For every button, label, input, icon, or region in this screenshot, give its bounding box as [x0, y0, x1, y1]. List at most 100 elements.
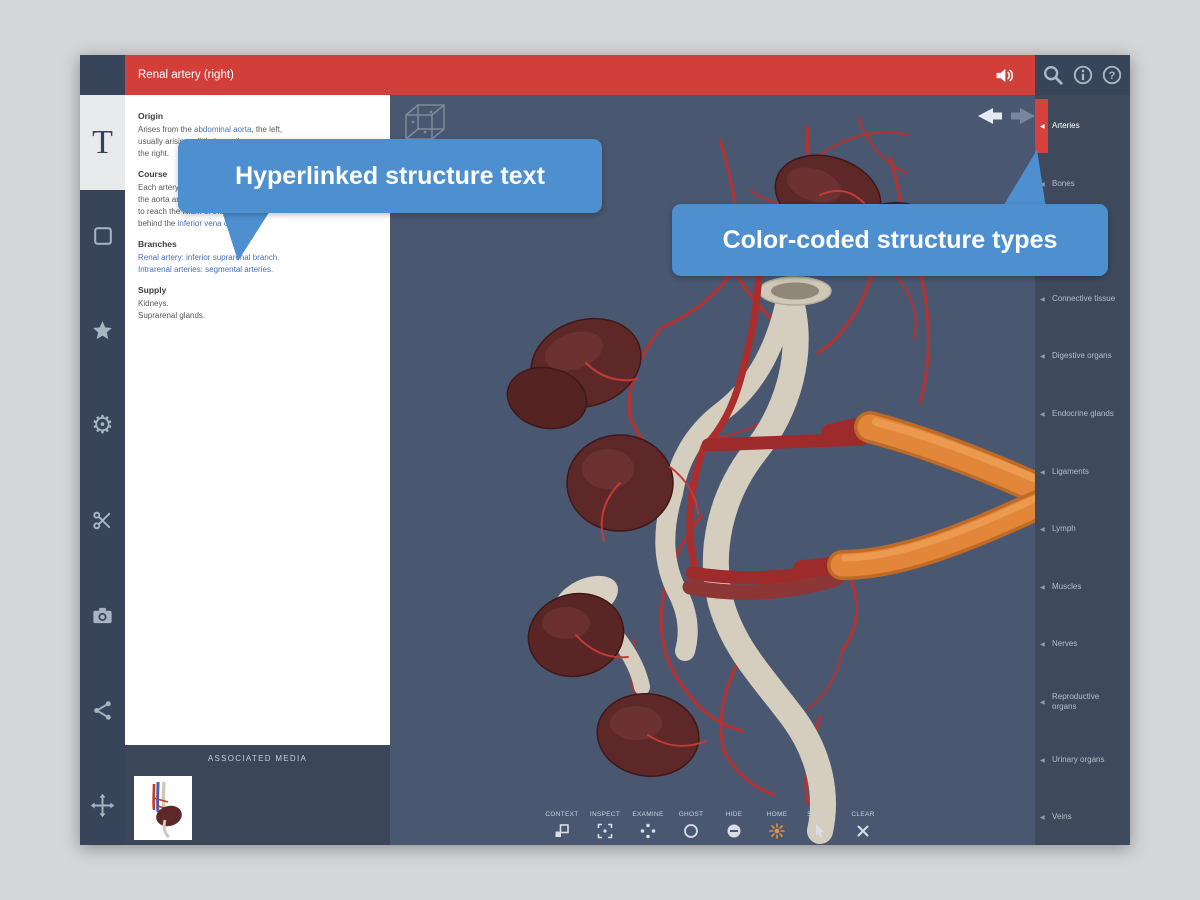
text-segment: . [240, 219, 243, 228]
search-button[interactable] [1042, 64, 1064, 86]
chevron-left-icon: ◀ [1040, 411, 1045, 418]
viewport-toolbar: CONTEXT INSPECT EXAMINE GHOST HIDE HOME SINGLE… [541, 811, 885, 840]
associated-media-thumbnail[interactable] [134, 776, 192, 840]
text-segment: Suprarenal glands. [138, 311, 206, 320]
structure-type-endocrine-glands[interactable]: ◀ Endocrine glands [1035, 386, 1130, 442]
chevron-left-icon: ◀ [1040, 123, 1045, 130]
toolbar-button-single[interactable]: SINGLE [799, 811, 842, 840]
forward-arrow-icon[interactable] [1011, 108, 1035, 124]
structure-type-label: Bones [1052, 178, 1075, 188]
structure-hyperlink[interactable]: Renal artery: inferior suprarenal branch… [138, 253, 279, 262]
structure-type-nerves[interactable]: ◀ Nerves [1035, 616, 1130, 672]
structure-type-label: Nerves [1052, 638, 1078, 648]
toolbar-button-context[interactable]: CONTEXT [541, 811, 584, 840]
sidebar-tool-settings[interactable]: ⚙ [80, 403, 125, 448]
text-segment: Kidneys. [138, 299, 169, 308]
global-actions: ? [1035, 55, 1130, 95]
camera-icon [93, 607, 112, 624]
structure-type-arteries[interactable]: ◀ Arteries [1035, 98, 1130, 154]
section-text-line: Kidneys. [138, 298, 378, 310]
toolbar-button-label: CONTEXT [545, 811, 579, 818]
svg-text:?: ? [1108, 70, 1115, 82]
sidebar-tool-text[interactable]: T [80, 95, 125, 190]
associated-media-strip [125, 771, 390, 845]
toolbar-button-label: HIDE [725, 811, 743, 818]
single-icon [799, 822, 842, 840]
toolbar-button-examine[interactable]: EXAMINE [627, 811, 670, 840]
sidebar-tool-move[interactable] [80, 783, 125, 828]
structure-type-label: Digestive organs [1052, 350, 1112, 360]
share-icon [94, 701, 111, 720]
text-tab-icon: T [92, 123, 113, 161]
chevron-left-icon: ◀ [1040, 296, 1045, 303]
structure-type-urinary-organs[interactable]: ◀ Urinary organs [1035, 732, 1130, 788]
ghost-icon [670, 822, 713, 840]
toolbar-button-ghost[interactable]: GHOST [670, 811, 713, 840]
section-heading: Branches [138, 239, 177, 249]
structure-type-label: Reproductive organs [1052, 691, 1100, 711]
section-heading: Supply [138, 285, 167, 295]
toolbar-button-label: SINGLE [807, 811, 833, 818]
chevron-left-icon: ◀ [1040, 757, 1045, 764]
associated-media-header[interactable]: ASSOCIATED MEDIA [125, 745, 390, 771]
square-outline-icon [93, 226, 112, 245]
toolbar-button-label: INSPECT [589, 811, 621, 818]
callout-hyperlinked-structure-text: Hyperlinked structure text [178, 139, 602, 213]
structure-type-ligaments[interactable]: ◀ Ligaments [1035, 444, 1130, 500]
chevron-left-icon: ◀ [1040, 699, 1045, 706]
structure-hyperlink[interactable]: Intrarenal arteries: segmental arteries. [138, 265, 273, 274]
structure-type-veins[interactable]: ◀ Veins [1035, 789, 1130, 845]
pronounce-audio-button[interactable] [994, 65, 1035, 86]
structure-hyperlink[interactable]: abdominal aorta [194, 125, 251, 134]
toolbar-button-home[interactable]: HOME [756, 811, 799, 840]
toolbar-button-label: GHOST [678, 811, 704, 818]
structure-type-digestive-organs[interactable]: ◀ Digestive organs [1035, 328, 1130, 384]
toolbar-button-clear[interactable]: CLEAR [842, 811, 885, 840]
help-icon: ? [1102, 65, 1121, 85]
structure-type-label: Arteries [1052, 120, 1080, 130]
structure-type-label: Endocrine glands [1052, 408, 1114, 418]
toolbar-button-inspect[interactable]: INSPECT [584, 811, 627, 840]
star-icon [93, 321, 112, 340]
structure-hyperlink[interactable]: inferior vena cava [178, 219, 241, 228]
sidebar-tool-share[interactable] [80, 688, 125, 733]
scissors-icon [93, 511, 111, 530]
sidebar-tool-structures[interactable] [80, 213, 125, 258]
structure-type-connective-tissue[interactable]: ◀ Connective tissue [1035, 271, 1130, 327]
section-text-line: Arises from the abdominal aorta, the lef… [138, 124, 378, 136]
structure-type-label: Urinary organs [1052, 754, 1105, 764]
info-button[interactable] [1072, 64, 1094, 86]
section-text-line: Suprarenal glands. [138, 310, 378, 322]
text-segment: Arises from the [138, 125, 195, 134]
sidebar-tool-snapshot[interactable] [80, 593, 125, 638]
structure-type-label: Connective tissue [1052, 293, 1116, 303]
chevron-left-icon: ◀ [1040, 641, 1045, 648]
structure-type-muscles[interactable]: ◀ Muscles [1035, 559, 1130, 615]
chevron-left-icon: ◀ [1040, 181, 1045, 188]
home-icon [756, 822, 799, 840]
structure-type-lymph[interactable]: ◀ Lymph [1035, 501, 1130, 557]
history-nav [978, 108, 1035, 124]
search-icon [1044, 66, 1063, 85]
callout-text: Hyperlinked structure text [235, 161, 545, 190]
context-icon [541, 822, 584, 840]
toolbar-button-label: HOME [766, 811, 788, 818]
sidebar-tool-favorites[interactable] [80, 308, 125, 353]
hide-icon [713, 822, 756, 840]
back-arrow-icon[interactable] [978, 108, 1002, 124]
inspect-icon [584, 822, 627, 840]
section-text-line: behind the inferior vena cava. [138, 218, 378, 230]
app-window: Renal artery (right) ? T ⚙ Origin Arises… [80, 55, 1130, 845]
sidebar-tool-dissect[interactable] [80, 498, 125, 543]
info-icon [1073, 65, 1092, 85]
structure-type-label: Ligaments [1052, 466, 1089, 476]
toolbar-button-hide[interactable]: HIDE [713, 811, 756, 840]
callout-color-coded-structure-types: Color-coded structure types [672, 204, 1108, 276]
chevron-left-icon: ◀ [1040, 814, 1045, 821]
selected-structure-title: Renal artery (right) [138, 69, 234, 81]
structure-type-reproductive-organs[interactable]: ◀ Reproductive organs [1035, 674, 1130, 730]
help-button[interactable]: ? [1101, 64, 1123, 86]
structure-type-label: Lymph [1052, 523, 1076, 533]
section-text-line: Intrarenal arteries: segmental arteries. [138, 264, 378, 276]
text-segment: , the left, [251, 125, 283, 134]
